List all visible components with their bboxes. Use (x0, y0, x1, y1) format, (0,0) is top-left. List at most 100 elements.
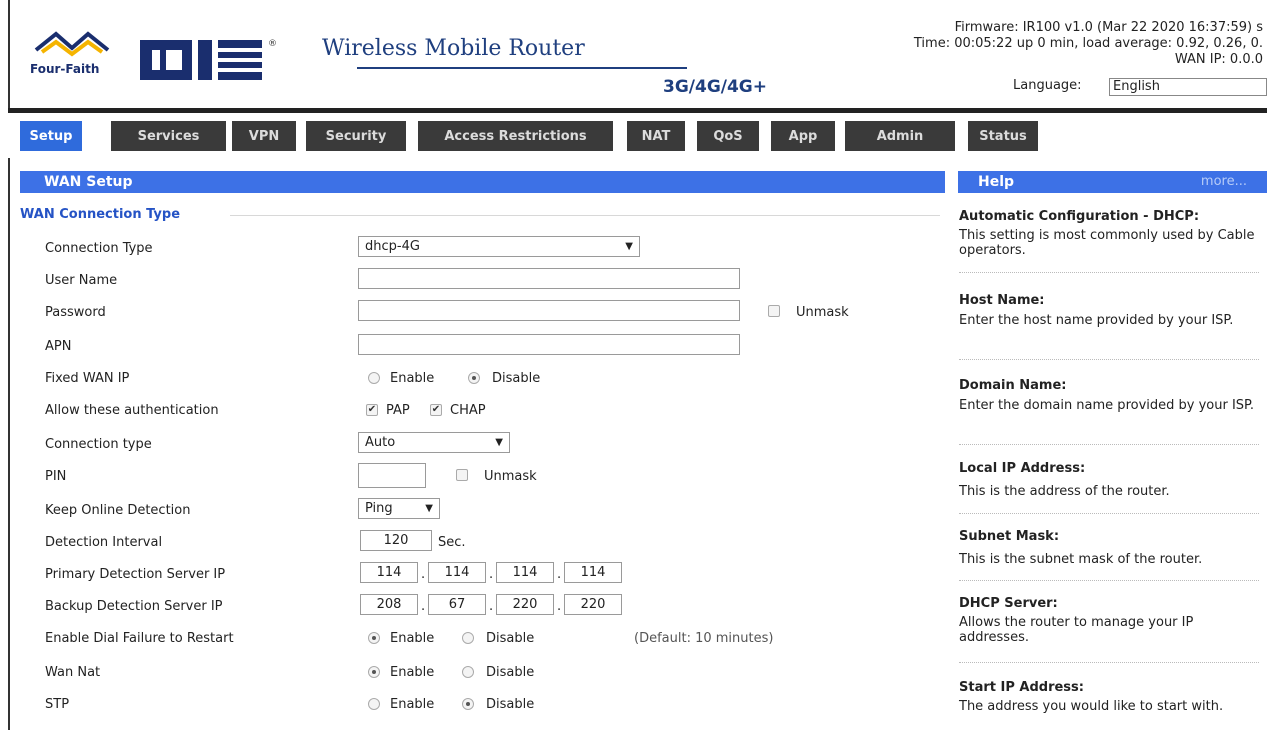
tab-qos[interactable]: QoS (697, 121, 759, 151)
dial-failure-disable-radio[interactable] (462, 632, 474, 644)
dial-failure-enable-radio[interactable] (368, 632, 380, 644)
tab-nat[interactable]: NAT (627, 121, 685, 151)
help-title: Help (978, 174, 1015, 190)
help-item-text: This setting is most commonly used by Ca… (959, 228, 1255, 258)
backup-server-label: Backup Detection Server IP (45, 599, 223, 614)
dial-failure-label: Enable Dial Failure to Restart (45, 631, 234, 646)
backup-ip-octet-3[interactable]: 220 (496, 594, 554, 615)
connection-type-value: dhcp-4G (365, 239, 420, 254)
router-title: Wireless Mobile Router (322, 36, 585, 61)
detection-interval-input[interactable]: 120 (360, 530, 432, 551)
primary-ip-octet-4[interactable]: 114 (564, 562, 622, 583)
stp-disable-radio[interactable] (462, 698, 474, 710)
fixed-wan-ip-label: Fixed WAN IP (45, 371, 130, 386)
password-unmask-checkbox[interactable] (768, 305, 780, 317)
dial-failure-default: (Default: 10 minutes) (634, 631, 774, 646)
primary-ip-octet-2[interactable]: 114 (428, 562, 486, 583)
help-item-text: The address you would like to start with… (959, 699, 1224, 714)
ip-dot: . (557, 567, 562, 582)
help-item-text: This is the address of the router. (959, 484, 1170, 499)
wan-nat-label: Wan Nat (45, 665, 101, 680)
help-more-link[interactable]: more... (1201, 171, 1247, 193)
chevron-down-icon: ▼ (495, 437, 503, 448)
keep-online-select[interactable]: Ping ▼ (358, 498, 440, 519)
fixed-ip-disable-radio[interactable] (468, 372, 480, 384)
keep-online-value: Ping (365, 501, 393, 516)
help-item-title: Subnet Mask: (959, 529, 1060, 544)
backup-ip-octet-1[interactable]: 208 (360, 594, 418, 615)
chevron-down-icon: ▼ (425, 503, 433, 514)
connection-type-label: Connection Type (45, 241, 153, 256)
auth-label: Allow these authentication (45, 403, 219, 418)
help-separator (959, 359, 1259, 360)
backup-ip-octet-2[interactable]: 67 (428, 594, 486, 615)
tab-security[interactable]: Security (306, 121, 406, 151)
connection-type2-label: Connection type (45, 437, 152, 452)
tab-access-restrictions[interactable]: Access Restrictions (418, 121, 613, 151)
help-separator (959, 662, 1259, 663)
firmware-info: Firmware: IR100 v1.0 (Mar 22 2020 16:37:… (954, 20, 1263, 35)
connection-type2-value: Auto (365, 435, 396, 450)
help-header: Help more... (958, 171, 1267, 193)
pin-unmask-label: Unmask (484, 469, 537, 484)
chap-checkbox[interactable]: ✔ (430, 404, 442, 416)
help-item-title: Host Name: (959, 293, 1045, 308)
tab-admin[interactable]: Admin (845, 121, 955, 151)
help-item-text: Enter the domain name provided by your I… (959, 398, 1254, 413)
primary-ip-octet-3[interactable]: 114 (496, 562, 554, 583)
username-input[interactable] (358, 268, 740, 289)
ip-dot: . (421, 567, 426, 582)
help-item-title: Automatic Configuration - DHCP: (959, 209, 1200, 224)
help-separator (959, 580, 1259, 581)
help-item-text: Allows the router to manage your IP addr… (959, 615, 1194, 645)
chevron-down-icon: ▼ (625, 241, 633, 252)
help-item-title: DHCP Server: (959, 596, 1058, 611)
pap-checkbox[interactable]: ✔ (366, 404, 378, 416)
connection-type-select[interactable]: dhcp-4G ▼ (358, 236, 640, 257)
tab-vpn[interactable]: VPN (232, 121, 296, 151)
router-subtitle: 3G/4G/4G+ (663, 77, 768, 97)
password-input[interactable] (358, 300, 740, 321)
tab-services[interactable]: Services (111, 121, 226, 151)
backup-ip-octet-4[interactable]: 220 (564, 594, 622, 615)
help-item-title: Start IP Address: (959, 680, 1084, 695)
help-separator (959, 272, 1259, 273)
svg-text:®: ® (268, 39, 277, 49)
ip-dot: . (557, 599, 562, 614)
help-item-text: Enter the host name provided by your ISP… (959, 313, 1234, 328)
fixed-ip-enable-radio[interactable] (368, 372, 380, 384)
apn-input[interactable] (358, 334, 740, 355)
apn-label: APN (45, 339, 72, 354)
pin-input[interactable] (358, 463, 426, 488)
uptime-info: Time: 00:05:22 up 0 min, load average: 0… (913, 36, 1263, 51)
dial-failure-disable-label: Disable (486, 631, 535, 646)
wan-ip-info: WAN IP: 0.0.0 (1174, 52, 1263, 67)
password-unmask-label: Unmask (796, 305, 849, 320)
legend-line (230, 215, 940, 216)
title-underline (357, 67, 687, 69)
pin-unmask-checkbox[interactable] (456, 469, 468, 481)
primary-server-label: Primary Detection Server IP (45, 567, 226, 582)
language-select[interactable]: English (1109, 78, 1267, 96)
tab-status[interactable]: Status (968, 121, 1038, 151)
system-info: Firmware: IR100 v1.0 (Mar 22 2020 16:37:… (783, 20, 1263, 68)
tab-app[interactable]: App (771, 121, 835, 151)
language-value: English (1113, 79, 1160, 94)
fixed-ip-disable-label: Disable (492, 371, 541, 386)
wan-nat-enable-radio[interactable] (368, 666, 380, 678)
detection-interval-label: Detection Interval (45, 535, 163, 550)
wan-nat-enable-label: Enable (390, 665, 435, 680)
help-item-text: This is the subnet mask of the router. (959, 552, 1203, 567)
tab-setup[interactable]: Setup (20, 121, 82, 154)
logo-brand-text: Four-Faith (30, 62, 100, 76)
help-item-title: Domain Name: (959, 378, 1067, 393)
wan-nat-disable-radio[interactable] (462, 666, 474, 678)
wan-connection-type-legend: WAN Connection Type (20, 207, 181, 222)
keep-online-label: Keep Online Detection (45, 503, 191, 518)
stp-enable-radio[interactable] (368, 698, 380, 710)
help-separator (959, 513, 1259, 514)
connection-type2-select[interactable]: Auto ▼ (358, 432, 510, 453)
password-label: Password (45, 305, 106, 320)
ip-dot: . (489, 599, 494, 614)
primary-ip-octet-1[interactable]: 114 (360, 562, 418, 583)
